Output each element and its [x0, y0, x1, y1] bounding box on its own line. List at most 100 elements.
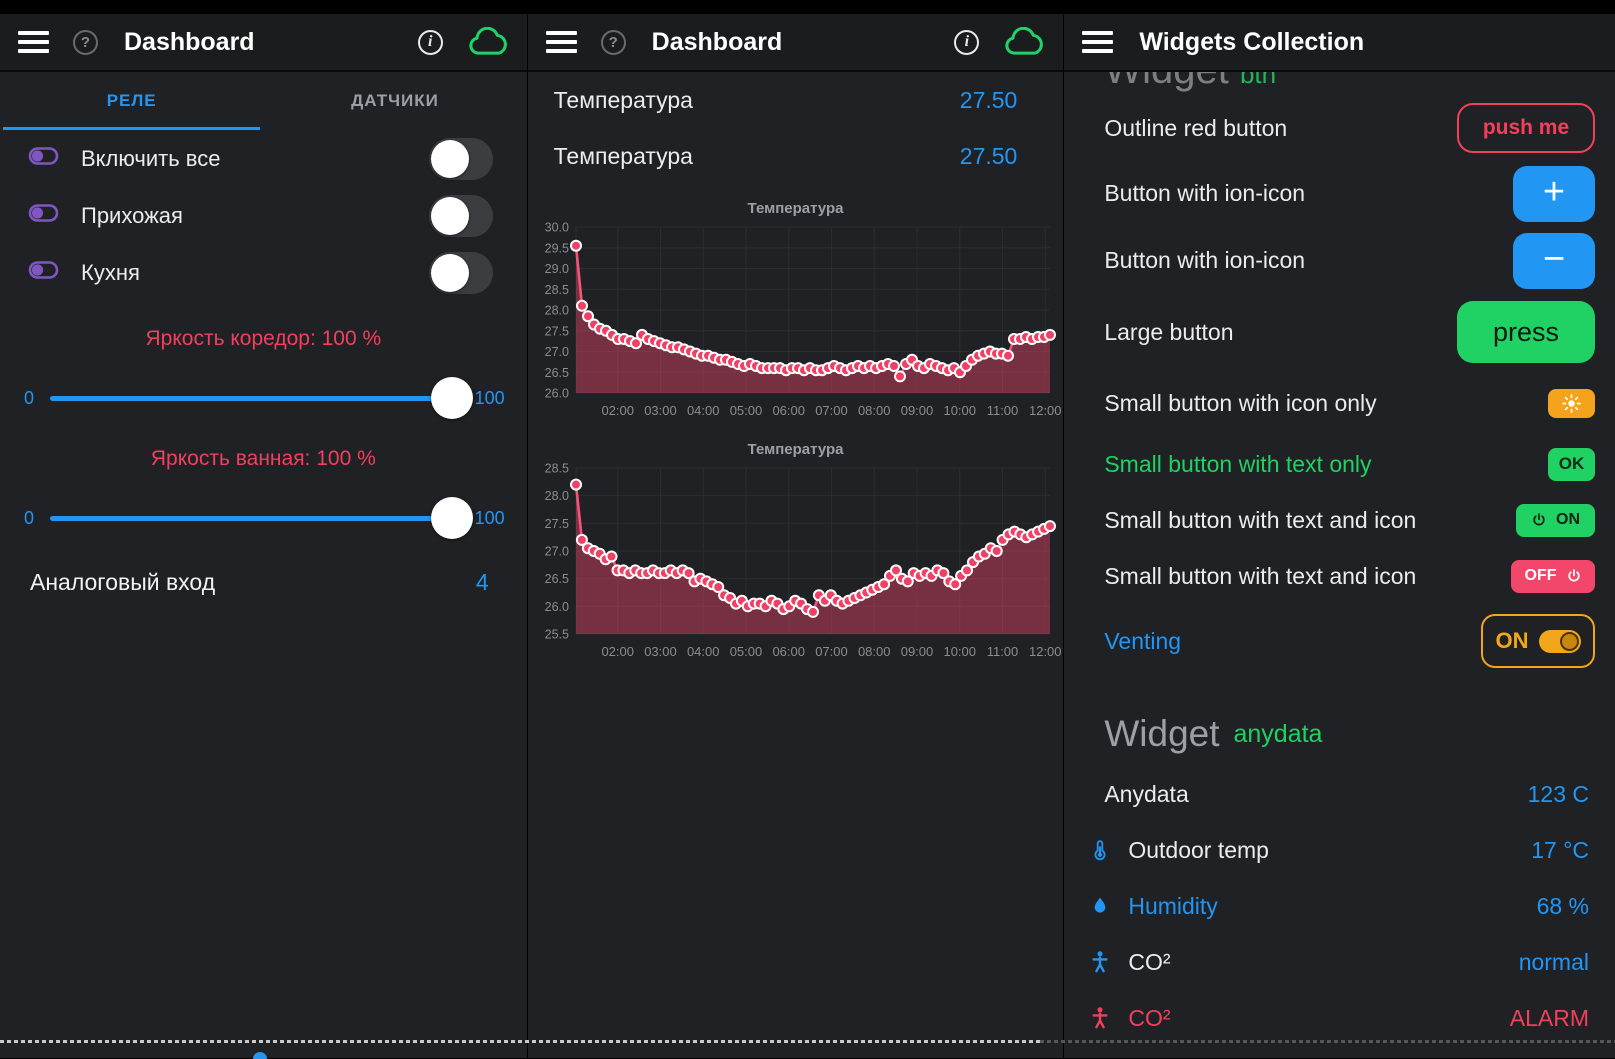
switch-all[interactable] [429, 138, 493, 180]
app-root: ? Dashboard i РЕЛЕ ДАТЧИКИ Включить все … [0, 0, 1615, 1058]
section-heading-anydata: Widget anydata [1064, 702, 1615, 766]
minus-button[interactable]: − [1513, 233, 1595, 289]
slider-max-label: 100 [475, 388, 505, 409]
reading-row-temperature-2: Температура 27.50 [528, 128, 1064, 184]
switch-label: Включить все [81, 146, 220, 172]
svg-text:11:00: 11:00 [986, 403, 1018, 418]
widget-label: Small button with icon only [1104, 390, 1376, 417]
power-icon [1531, 512, 1547, 528]
slider-track[interactable] [50, 516, 465, 521]
power-icon [1566, 568, 1582, 584]
data-value: ALARM [1510, 1005, 1589, 1032]
switch-knob[interactable] [431, 254, 469, 292]
header: ? Dashboard i [528, 14, 1064, 72]
svg-text:29.5: 29.5 [544, 241, 568, 255]
on-button[interactable]: ON [1516, 504, 1595, 537]
switch-label: Кухня [81, 260, 140, 286]
venting-toggle-icon [1539, 630, 1581, 653]
page-title: Widgets Collection [1139, 28, 1364, 57]
switch-hallway[interactable] [429, 195, 493, 237]
on-button-label: ON [1556, 511, 1580, 529]
slider-track[interactable] [50, 396, 465, 401]
menu-icon[interactable] [1082, 31, 1113, 53]
section-heading-sub: anydata [1234, 720, 1323, 749]
chart-title: Температура [528, 441, 1064, 458]
dotted-divider [0, 1040, 1040, 1043]
clipped-heading-main: Widget [1104, 72, 1229, 92]
svg-text:06:00: 06:00 [772, 644, 805, 659]
svg-text:08:00: 08:00 [858, 644, 891, 659]
reading-value: 27.50 [960, 143, 1018, 170]
data-value: 123 C [1528, 781, 1589, 808]
tab-sensors[interactable]: ДАТЧИКИ [263, 72, 526, 130]
data-label: Humidity [1128, 893, 1217, 920]
thermometer-icon [1084, 837, 1116, 863]
panel-dashboard-relays: ? Dashboard i РЕЛЕ ДАТЧИКИ Включить все … [0, 14, 527, 1058]
switch-knob[interactable] [431, 140, 469, 178]
ok-button[interactable]: OK [1548, 448, 1595, 481]
chart-block-2: Температура 02:0003:0004:0005:0006:0007:… [528, 441, 1064, 666]
svg-text:28.0: 28.0 [544, 304, 568, 318]
widget-row-outline-red: Outline red button push me [1064, 96, 1615, 160]
reading-label: Температура [554, 143, 693, 170]
svg-text:04:00: 04:00 [687, 644, 720, 659]
sun-button[interactable] [1548, 389, 1595, 418]
widget-label: Button with ion-icon [1104, 247, 1305, 274]
svg-text:30.0: 30.0 [544, 221, 568, 235]
info-icon[interactable]: i [954, 30, 979, 55]
data-row-outdoor-temp: Outdoor temp 17 °C [1064, 822, 1615, 878]
data-value: 17 °C [1531, 837, 1589, 864]
analog-input-row: Аналоговый вход 4 [0, 569, 527, 596]
svg-text:09:00: 09:00 [900, 644, 933, 659]
body-icon [1084, 1005, 1116, 1031]
cloud-status-icon[interactable] [467, 27, 509, 57]
dotted-divider-dim [1040, 1040, 1615, 1043]
widget-row-text-only: Small button with text only OK [1064, 436, 1615, 492]
slider-knob[interactable] [431, 377, 473, 419]
data-row-anydata: Anydata 123 C [1064, 766, 1615, 822]
cloud-status-icon[interactable] [1003, 27, 1045, 57]
svg-text:08:00: 08:00 [858, 403, 891, 418]
off-button[interactable]: OFF [1511, 560, 1595, 593]
temperature-chart-1: 02:0003:0004:0005:0006:0007:0008:0009:00… [528, 219, 1064, 425]
chart-title: Температура [528, 200, 1064, 217]
svg-text:03:00: 03:00 [644, 403, 677, 418]
help-icon[interactable]: ? [73, 30, 98, 55]
slider-label-corridor: Яркость коредор: 100 % [0, 327, 527, 351]
svg-text:26.5: 26.5 [544, 572, 568, 586]
data-label: CO² [1128, 949, 1170, 976]
panel-dashboard-sensors: ? Dashboard i Температура 27.50 Температ… [528, 14, 1064, 1058]
switch-row-hallway: Прихожая [0, 187, 527, 244]
switch-row-all: Включить все [0, 130, 527, 187]
widget-label: Small button with text only [1104, 451, 1371, 478]
press-button[interactable]: press [1457, 301, 1595, 363]
off-button-label: OFF [1525, 567, 1557, 585]
widget-label: Small button with text and icon [1104, 507, 1416, 534]
section-heading-main: Widget [1104, 713, 1219, 755]
menu-icon[interactable] [18, 31, 49, 53]
svg-text:10:00: 10:00 [943, 403, 976, 418]
svg-text:07:00: 07:00 [815, 644, 848, 659]
svg-text:26.0: 26.0 [544, 387, 568, 401]
svg-text:06:00: 06:00 [772, 403, 805, 418]
switch-knob[interactable] [431, 197, 469, 235]
menu-icon[interactable] [546, 31, 577, 53]
info-icon[interactable]: i [418, 30, 443, 55]
plus-button[interactable]: + [1513, 166, 1595, 222]
widget-row-minus: Button with ion-icon − [1064, 227, 1615, 294]
reading-row-temperature-1: Температура 27.50 [528, 72, 1064, 128]
venting-button[interactable]: ON [1481, 614, 1595, 668]
svg-text:12:00: 12:00 [1029, 403, 1062, 418]
help-icon[interactable]: ? [601, 30, 626, 55]
svg-text:11:00: 11:00 [986, 644, 1018, 659]
widget-label: Large button [1104, 319, 1233, 346]
push-me-button[interactable]: push me [1457, 103, 1595, 153]
widget-label: Small button with text and icon [1104, 563, 1416, 590]
svg-text:02:00: 02:00 [601, 644, 634, 659]
data-label: Outdoor temp [1128, 837, 1269, 864]
tab-relays[interactable]: РЕЛЕ [0, 72, 263, 130]
slider-knob[interactable] [431, 497, 473, 539]
toggle-outline-icon [28, 143, 59, 174]
svg-text:04:00: 04:00 [687, 403, 720, 418]
switch-kitchen[interactable] [429, 252, 493, 294]
